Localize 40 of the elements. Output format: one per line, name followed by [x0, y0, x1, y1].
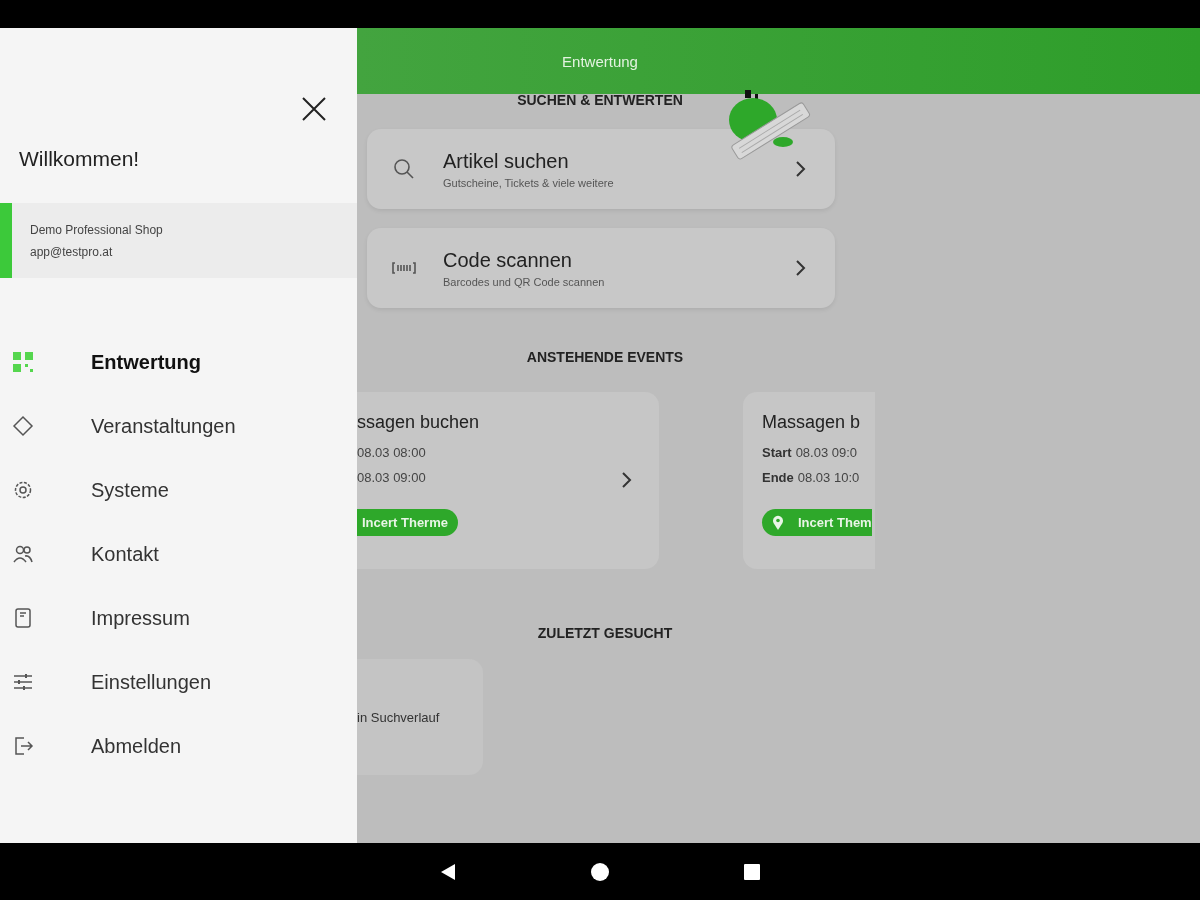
event-card[interactable]: Massagen b Start 08.03 09:0 Ende 08.03 10:0 Incert Them: [743, 392, 875, 569]
empty-history-text: in Suchverlauf: [357, 709, 440, 725]
app-bar-title: Entwertung: [561, 52, 639, 70]
section-heading: ANSTEHENDE EVENTS: [525, 349, 685, 365]
start-label: Start: [762, 445, 792, 460]
close-icon: [301, 96, 327, 122]
event-title: ssagen buchen: [357, 412, 481, 433]
close-button[interactable]: [301, 96, 327, 122]
chevron-right-icon: [793, 258, 807, 278]
menu-item[interactable]: Abmelden: [0, 714, 357, 778]
start-time: 08.03 08:00: [357, 445, 426, 460]
account-email: app@testpro.at: [30, 244, 114, 259]
menu-item[interactable]: Entwertung: [0, 330, 357, 394]
menu-item[interactable]: Einstellungen: [0, 650, 357, 714]
chevron-right-icon: [793, 159, 807, 179]
end-time: 08.03 10:0: [797, 470, 860, 485]
action-card[interactable]: Artikel suchen Gutscheine, Tickets & viele weitere: [367, 129, 835, 209]
location-pin-icon: [772, 514, 784, 531]
sliders-icon: [12, 671, 34, 693]
end-time: 08.03 09:00: [357, 470, 426, 485]
home-icon[interactable]: [589, 860, 611, 883]
section-heading: ZULETZT GESUCHT: [536, 625, 674, 641]
end-label: Ende: [762, 470, 794, 485]
logout-icon: [12, 735, 34, 757]
menu-item[interactable]: Impressum: [0, 586, 357, 650]
shop-name: Demo Professional Shop: [30, 222, 163, 237]
menu-item[interactable]: Kontakt: [0, 522, 357, 586]
start-time: 08.03 09:0: [795, 445, 858, 460]
welcome-heading: Willkommen!: [19, 147, 141, 171]
chevron-right-icon: [619, 470, 633, 490]
menu-item[interactable]: Veranstaltungen: [0, 394, 357, 458]
settings-icon: [12, 479, 34, 501]
action-card[interactable]: Code scannen Barcodes und QR Code scannen: [367, 228, 835, 308]
qr-code-icon: [12, 351, 34, 373]
document-icon: [12, 607, 34, 629]
event-title: Massagen b: [762, 412, 862, 433]
menu-item[interactable]: Systeme: [0, 458, 357, 522]
people-icon: [12, 543, 34, 565]
event-card[interactable]: ssagen buchen 08.03 08:00 08.03 09:00 Incert Therme: [357, 392, 659, 569]
section-heading: SUCHEN & ENTWERTEN: [516, 92, 684, 108]
